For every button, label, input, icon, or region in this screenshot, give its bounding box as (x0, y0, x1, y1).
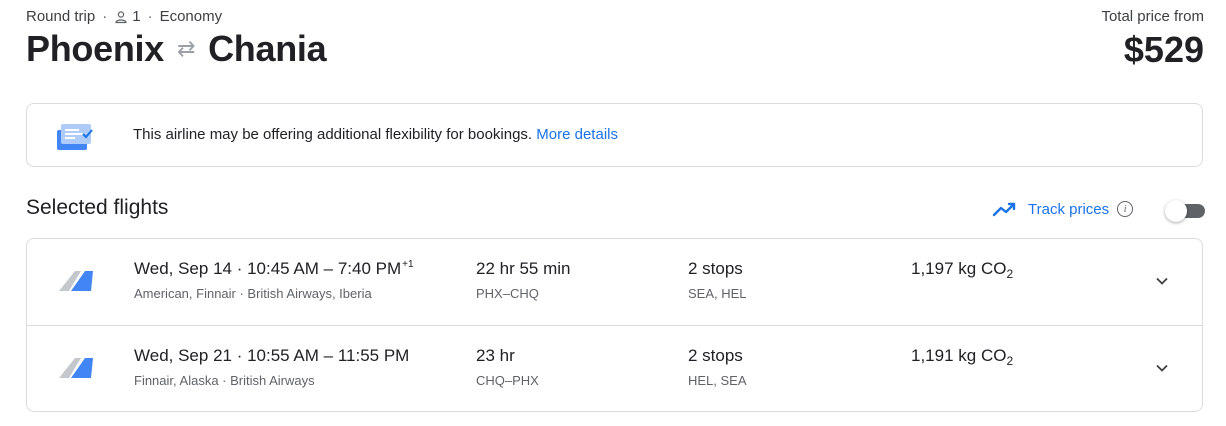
chevron-down-icon[interactable] (1153, 359, 1171, 377)
flexibility-banner: This airline may be offering additional … (26, 103, 1203, 167)
toggle-thumb (1165, 200, 1187, 222)
person-icon (115, 10, 127, 23)
more-details-link[interactable]: More details (536, 126, 618, 143)
stop-airports: SEA, HEL (688, 286, 747, 301)
track-prices-label[interactable]: Track prices (1028, 201, 1109, 218)
stop-count: 2 stops (688, 259, 743, 278)
round-trip-arrows-icon: ⇄ (176, 36, 196, 61)
banner-message: This airline may be offering additional … (133, 126, 618, 143)
departure-arrival: 10:45 AM – 7:40 PM (247, 259, 402, 278)
co2-emissions: 1,191 kg CO2 (911, 346, 1013, 368)
day-offset: +1 (402, 259, 414, 270)
track-prices[interactable]: Track prices i (992, 200, 1134, 218)
departure-arrival: 10:55 AM – 11:55 PM (247, 346, 410, 365)
flight-duration: 22 hr 55 min (476, 259, 571, 278)
route-title: Phoenix ⇄ Chania (26, 28, 327, 70)
route-codes: CHQ–PHX (476, 373, 539, 388)
cabin-class[interactable]: Economy (160, 8, 223, 25)
total-price: $529 (1123, 29, 1204, 70)
origin-city: Phoenix (26, 28, 164, 69)
selected-flights-list: Wed, Sep 14 · 10:45 AM – 7:40 PM+1 Ameri… (26, 238, 1203, 412)
chevron-down-icon[interactable] (1153, 272, 1171, 290)
flight-times: Wed, Sep 21 · 10:55 AM – 11:55 PM (134, 346, 410, 366)
airline-logo-icon (59, 358, 93, 378)
selected-flights-heading: Selected flights (26, 196, 169, 219)
track-prices-toggle[interactable] (1165, 200, 1205, 222)
co2-subscript: 2 (1006, 267, 1014, 281)
flight-row[interactable]: Wed, Sep 21 · 10:55 AM – 11:55 PM Finnai… (27, 326, 1202, 411)
trending-up-icon (992, 202, 1016, 217)
booking-ticket-icon (57, 124, 93, 150)
airlines: Finnair, Alaska · British Airways (134, 373, 315, 388)
stop-airports: HEL, SEA (688, 373, 747, 388)
price-label: Total price from (1101, 8, 1204, 25)
flight-duration: 23 hr (476, 346, 515, 365)
separator-dot: · (231, 346, 248, 365)
co2-subscript: 2 (1006, 354, 1014, 368)
airline-logo-icon (59, 271, 93, 291)
passenger-count[interactable]: 1 (132, 8, 140, 25)
trip-summary: Round trip · 1 · Economy (26, 8, 222, 25)
co2-emissions: 1,197 kg CO2 (911, 259, 1013, 281)
separator-dot: · (147, 8, 153, 25)
stop-count: 2 stops (688, 346, 743, 365)
banner-text: This airline may be offering additional … (133, 126, 533, 143)
destination-city: Chania (208, 28, 327, 69)
separator-dot: · (231, 259, 248, 278)
flight-times: Wed, Sep 14 · 10:45 AM – 7:40 PM+1 (134, 259, 414, 279)
info-icon[interactable]: i (1117, 201, 1134, 217)
separator-dot: · (102, 8, 108, 25)
co2-value: 1,191 kg CO (911, 346, 1007, 365)
trip-type[interactable]: Round trip (26, 8, 95, 25)
co2-value: 1,197 kg CO (911, 259, 1007, 278)
airlines: American, Finnair · British Airways, Ibe… (134, 286, 372, 301)
flight-date: Wed, Sep 21 (134, 346, 232, 365)
route-codes: PHX–CHQ (476, 286, 539, 301)
flight-date: Wed, Sep 14 (134, 259, 232, 278)
flight-row[interactable]: Wed, Sep 14 · 10:45 AM – 7:40 PM+1 Ameri… (27, 239, 1202, 326)
